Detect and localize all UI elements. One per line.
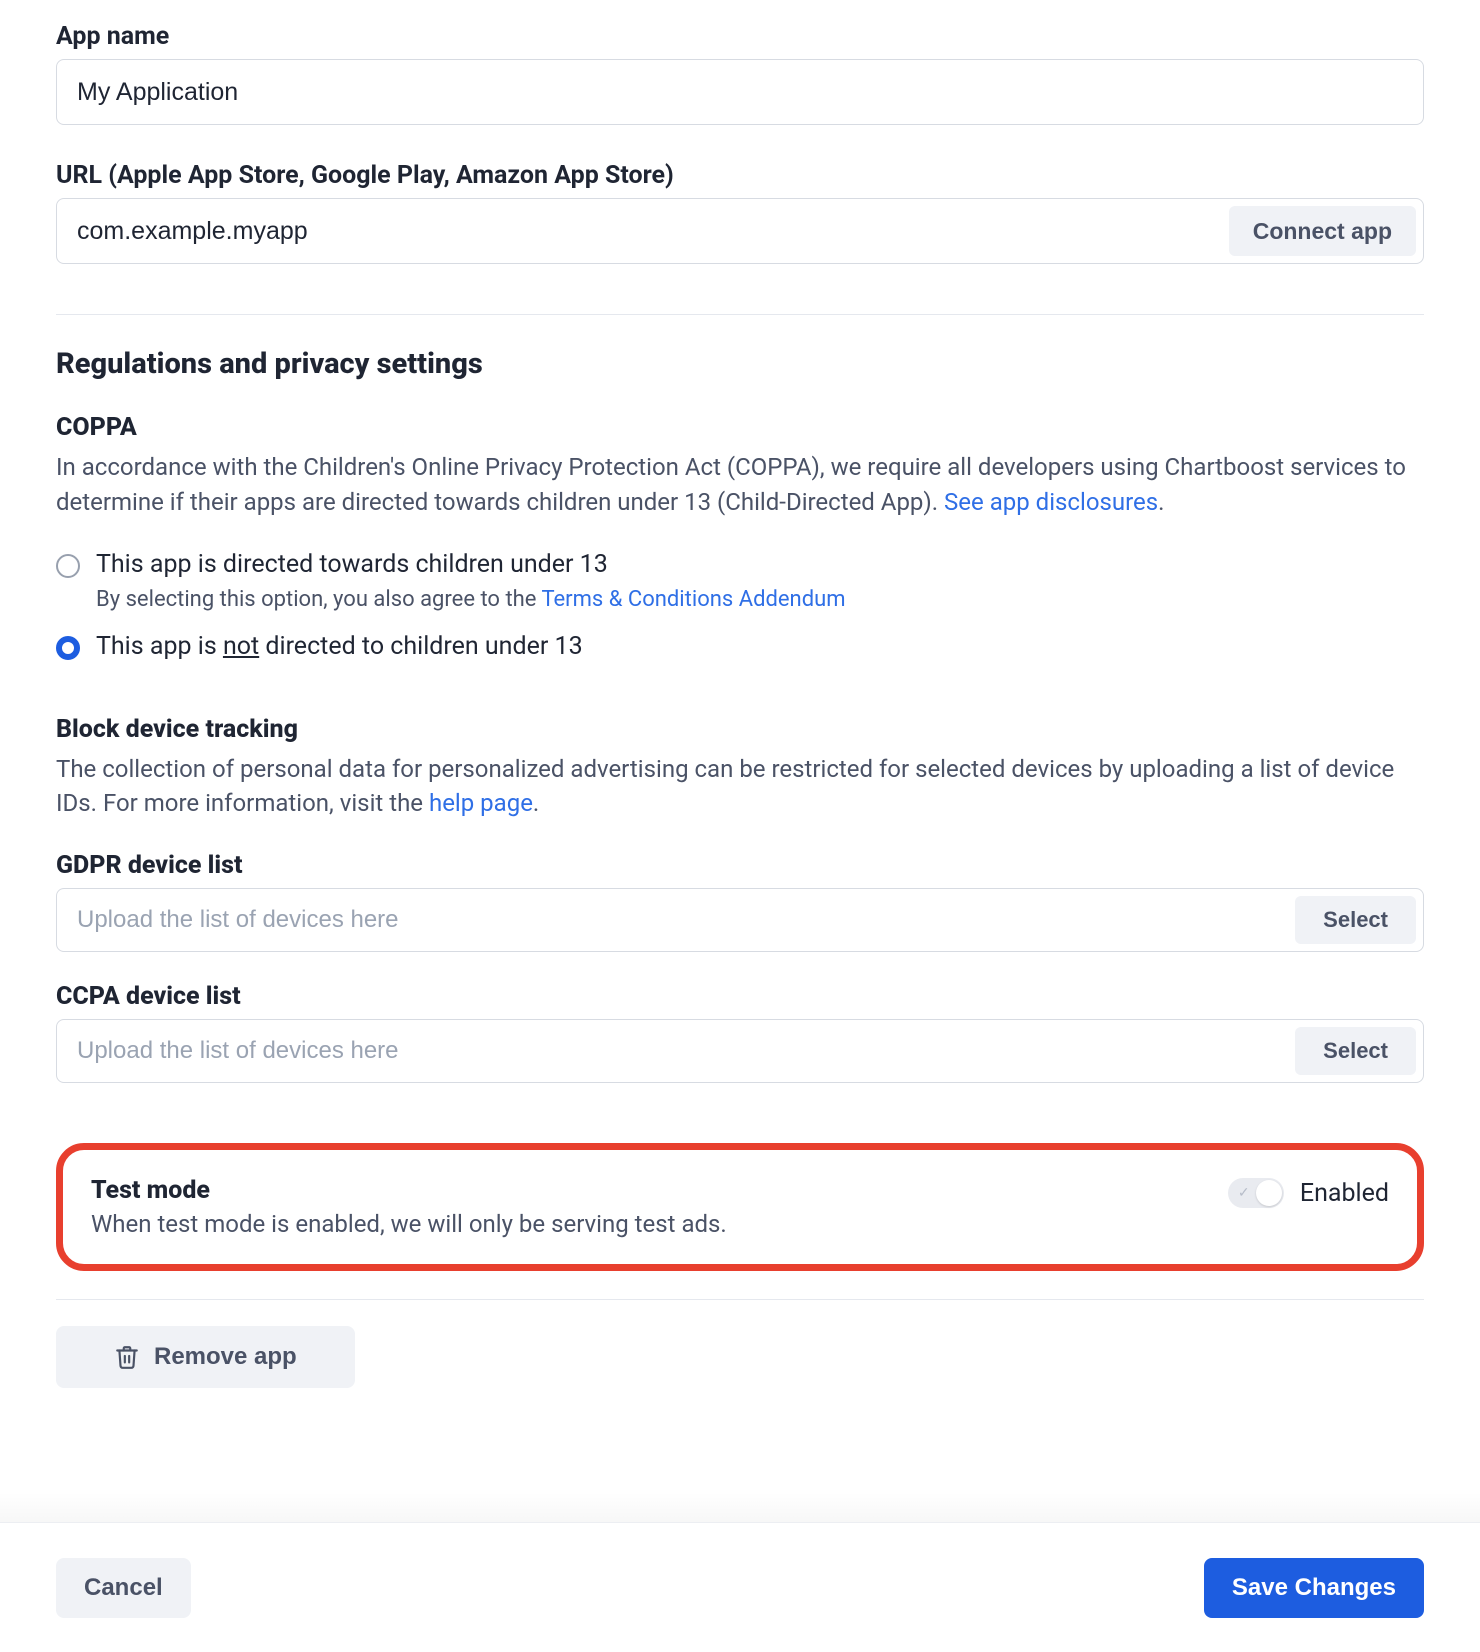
radio-icon	[56, 636, 80, 660]
remove-app-label: Remove app	[154, 1343, 297, 1371]
ccpa-select-button[interactable]: Select	[1295, 1027, 1416, 1075]
gdpr-upload-input[interactable]	[56, 888, 1424, 952]
see-app-disclosures-link[interactable]: See app disclosures	[944, 488, 1158, 516]
toggle-knob	[1256, 1180, 1282, 1206]
block-tracking-section: Block device tracking The collection of …	[56, 715, 1424, 822]
block-tracking-body: The collection of personal data for pers…	[56, 752, 1424, 822]
coppa-radio-directed[interactable]: This app is directed towards children un…	[56, 550, 1424, 579]
coppa-radio-not-directed[interactable]: This app is not directed to children und…	[56, 632, 1424, 661]
app-name-label: App name	[56, 22, 1424, 51]
coppa-not-a: This app is	[96, 632, 223, 661]
coppa-body-text: In accordance with the Children's Online…	[56, 453, 1406, 516]
coppa-radio-directed-label: This app is directed towards children un…	[96, 550, 608, 579]
trash-icon	[114, 1343, 140, 1371]
coppa-not-underline: not	[223, 632, 259, 661]
gdpr-block: GDPR device list Select	[56, 851, 1424, 952]
regulations-title: Regulations and privacy settings	[56, 347, 1424, 381]
test-mode-status: Enabled	[1300, 1179, 1389, 1208]
test-mode-toggle[interactable]: ✓	[1228, 1178, 1284, 1208]
coppa-radio-directed-sub-text: By selecting this option, you also agree…	[96, 587, 541, 612]
block-tracking-body-text: The collection of personal data for pers…	[56, 755, 1394, 818]
coppa-section: COPPA In accordance with the Children's …	[56, 413, 1424, 661]
footer: Cancel Save Changes	[0, 1522, 1480, 1652]
app-name-input[interactable]	[56, 59, 1424, 125]
divider	[56, 1299, 1424, 1300]
test-mode-section: Test mode When test mode is enabled, we …	[56, 1143, 1424, 1271]
coppa-radio-not-directed-label: This app is not directed to children und…	[96, 632, 583, 661]
check-icon: ✓	[1238, 1186, 1250, 1200]
coppa-body: In accordance with the Children's Online…	[56, 450, 1424, 520]
url-label: URL (Apple App Store, Google Play, Amazo…	[56, 161, 1424, 190]
terms-addendum-link[interactable]: Terms & Conditions Addendum	[541, 587, 845, 612]
block-tracking-period: .	[533, 789, 539, 817]
block-tracking-heading: Block device tracking	[56, 715, 1424, 744]
coppa-heading: COPPA	[56, 413, 1424, 442]
cancel-button[interactable]: Cancel	[56, 1558, 191, 1618]
gdpr-label: GDPR device list	[56, 851, 1424, 880]
gdpr-select-button[interactable]: Select	[1295, 896, 1416, 944]
coppa-not-b: directed to children under 13	[259, 632, 582, 661]
test-mode-title: Test mode	[91, 1176, 727, 1205]
save-button[interactable]: Save Changes	[1204, 1558, 1424, 1618]
radio-icon	[56, 554, 80, 578]
help-page-link[interactable]: help page	[429, 789, 533, 817]
remove-app-button[interactable]: Remove app	[56, 1326, 355, 1388]
ccpa-upload-input[interactable]	[56, 1019, 1424, 1083]
coppa-radio-directed-sub: By selecting this option, you also agree…	[96, 587, 1424, 612]
url-input[interactable]	[56, 198, 1424, 264]
coppa-body-period: .	[1158, 488, 1164, 516]
connect-app-button[interactable]: Connect app	[1229, 206, 1416, 256]
ccpa-block: CCPA device list Select	[56, 982, 1424, 1083]
ccpa-label: CCPA device list	[56, 982, 1424, 1011]
divider	[56, 314, 1424, 315]
test-mode-desc: When test mode is enabled, we will only …	[91, 1207, 727, 1242]
